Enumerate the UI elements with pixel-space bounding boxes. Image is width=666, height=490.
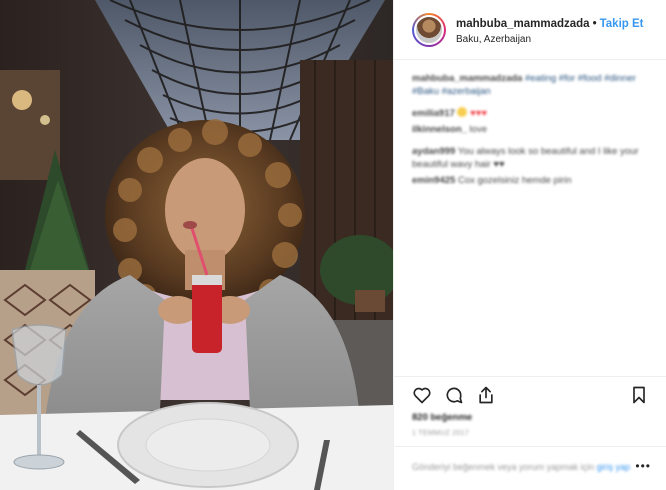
photo-illustration <box>0 0 393 490</box>
bookmark-icon[interactable] <box>627 383 651 407</box>
comments-list: mahbuba_mammadzada #eating #for #food #d… <box>412 72 652 187</box>
comment-username[interactable]: aydan999 <box>412 146 455 157</box>
comment-username[interactable]: mahbuba_mammadzada <box>412 73 522 84</box>
comment-username[interactable]: ilkinnelson_ <box>412 124 467 135</box>
comment-username[interactable]: emin9425 <box>412 175 455 186</box>
likes-count[interactable]: 820 beğenme <box>412 412 472 423</box>
post-side-panel: mahbuba_mammadzada • Takip Et Baku, Azerba… <box>393 0 666 490</box>
avatar[interactable] <box>412 13 446 47</box>
comment-item: emin9425 Cox gozelsiniz hemde pirin <box>412 174 652 187</box>
login-link[interactable]: giriş yap <box>597 462 631 472</box>
post-date: 1 TEMMUZ 2017 <box>412 430 470 437</box>
smile-emoji-icon <box>457 107 468 117</box>
action-bar <box>394 376 666 410</box>
post-header: mahbuba_mammadzada • Takip Et Baku, Azerba… <box>394 0 666 60</box>
follow-button[interactable]: Takip Et <box>600 18 644 30</box>
username-link[interactable]: mahbuba_mammadzada <box>456 18 590 30</box>
comment-icon[interactable] <box>442 383 466 407</box>
caption: mahbuba_mammadzada #eating #for #food #d… <box>412 72 652 98</box>
comment-item: emilia917 ♥♥♥ <box>412 107 652 120</box>
separator-dot: • <box>592 18 597 30</box>
comment-item: aydan999 You always look so beautiful an… <box>412 145 652 171</box>
heart-icon[interactable] <box>410 383 434 407</box>
comment-text: ♥♥♥ <box>470 108 487 119</box>
more-options-icon[interactable]: ••• <box>635 459 651 473</box>
add-comment-placeholder: Gönderiyi beğenmek veya yorum yapmak içi… <box>412 462 595 472</box>
share-icon[interactable] <box>474 383 498 407</box>
comment-text: love <box>469 124 487 135</box>
location-link[interactable]: Baku, Azerbaijan <box>456 34 531 45</box>
post-photo[interactable] <box>0 0 393 490</box>
comment-item: ilkinnelson_ love <box>412 123 652 136</box>
add-comment-prompt: Gönderiyi beğenmek veya yorum yapmak içi… <box>412 462 630 472</box>
comment-username[interactable]: emilia917 <box>412 108 455 119</box>
add-comment-bar: Gönderiyi beğenmek veya yorum yapmak içi… <box>394 446 666 490</box>
comment-text: Cox gozelsiniz hemde pirin <box>457 175 572 186</box>
post-author: mahbuba_mammadzada • Takip Et <box>456 18 644 30</box>
